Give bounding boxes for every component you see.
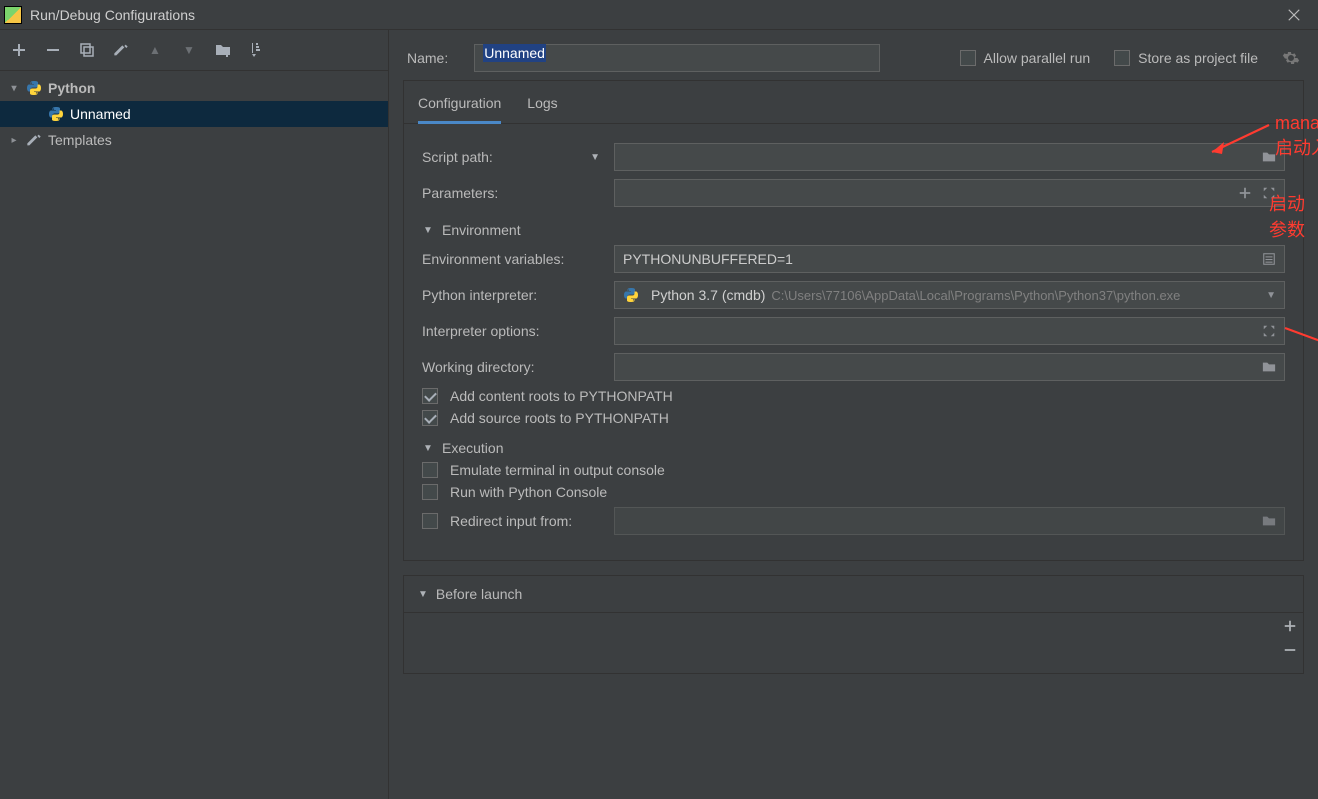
env-vars-label: Environment variables: — [422, 251, 614, 267]
chevron-down-icon: ▼ — [590, 152, 600, 163]
interpreter-path: C:\Users\77106\AppData\Local\Programs\Py… — [771, 288, 1180, 303]
tree-item-label: Python — [48, 80, 95, 96]
chevron-down-icon: ▼ — [422, 225, 434, 236]
expand-icon[interactable] — [1262, 186, 1276, 200]
titlebar: Run/Debug Configurations — [0, 0, 1318, 30]
name-value: Unnamed — [483, 44, 546, 62]
expand-icon[interactable] — [1262, 324, 1276, 338]
interpreter-name: Python 3.7 (cmdb) — [651, 287, 765, 303]
minus-icon[interactable] — [1283, 643, 1297, 657]
wrench-icon — [26, 132, 42, 148]
gear-icon[interactable] — [1282, 49, 1300, 67]
tab-configuration[interactable]: Configuration — [418, 87, 501, 124]
folder-icon[interactable] — [1262, 150, 1276, 164]
environment-section-toggle[interactable]: ▼ Environment — [422, 222, 1285, 238]
sort-button[interactable] — [248, 41, 266, 59]
interp-options-input[interactable] — [614, 317, 1285, 345]
add-content-roots-label: Add content roots to PYTHONPATH — [450, 388, 673, 404]
python-icon — [26, 80, 42, 96]
add-content-roots-checkbox[interactable]: Add content roots to PYTHONPATH — [422, 388, 1285, 404]
run-with-console-checkbox[interactable]: Run with Python Console — [422, 484, 1285, 500]
form-panel: Name: Unnamed Allow parallel run Store a… — [389, 30, 1318, 799]
redirect-input-label: Redirect input from: — [450, 513, 572, 529]
python-icon — [48, 106, 64, 122]
chevron-down-icon: ▼ — [1266, 290, 1276, 301]
chevron-down-icon: ▼ — [422, 443, 434, 454]
run-with-console-label: Run with Python Console — [450, 484, 607, 500]
store-as-project-file-checkbox[interactable]: Store as project file — [1114, 50, 1258, 66]
tree-item-templates[interactable]: ▸ Templates — [0, 127, 388, 153]
checkbox-icon — [422, 410, 438, 426]
checkbox-icon — [422, 484, 438, 500]
emulate-terminal-label: Emulate terminal in output console — [450, 462, 665, 478]
toolbar: ▲ ▼ — [0, 30, 388, 71]
add-config-button[interactable] — [10, 41, 28, 59]
redirect-input-checkbox[interactable]: Redirect input from: — [422, 513, 614, 529]
interpreter-label: Python interpreter: — [422, 287, 614, 303]
parameters-label: Parameters: — [422, 185, 614, 201]
before-launch-toggle[interactable]: ▼ Before launch — [404, 576, 1303, 612]
interp-options-label: Interpreter options: — [422, 323, 614, 339]
tab-logs[interactable]: Logs — [527, 87, 557, 123]
interpreter-select[interactable]: Python 3.7 (cmdb) C:\Users\77106\AppData… — [614, 281, 1285, 309]
tabs: Configuration Logs — [404, 81, 1303, 124]
chevron-right-icon: ▸ — [8, 135, 20, 146]
checkbox-icon — [422, 388, 438, 404]
plus-icon[interactable] — [1238, 186, 1252, 200]
tree-item-label: Templates — [48, 132, 112, 148]
edit-defaults-button[interactable] — [112, 41, 130, 59]
before-launch-body — [404, 612, 1303, 673]
name-input[interactable]: Unnamed — [474, 44, 880, 72]
checkbox-icon — [422, 462, 438, 478]
store-as-project-file-label: Store as project file — [1138, 50, 1258, 66]
execution-header: Execution — [442, 440, 503, 456]
script-path-label: Script path: — [422, 149, 493, 165]
name-label: Name: — [407, 50, 448, 66]
allow-parallel-checkbox[interactable]: Allow parallel run — [960, 50, 1091, 66]
before-launch-header: Before launch — [436, 586, 522, 602]
working-dir-input[interactable] — [614, 353, 1285, 381]
move-down-button[interactable]: ▼ — [180, 41, 198, 59]
redirect-input-field[interactable] — [614, 507, 1285, 535]
execution-section-toggle[interactable]: ▼ Execution — [422, 440, 1285, 456]
folder-icon[interactable] — [1262, 360, 1276, 374]
tree-item-unnamed[interactable]: Unnamed — [0, 101, 388, 127]
parameters-input[interactable] — [614, 179, 1285, 207]
python-icon — [623, 287, 639, 303]
chevron-down-icon: ▼ — [418, 589, 428, 600]
env-vars-value: PYTHONUNBUFFERED=1 — [623, 251, 793, 267]
checkbox-icon — [1114, 50, 1130, 66]
plus-icon[interactable] — [1283, 619, 1297, 633]
folder-icon[interactable] — [1262, 514, 1276, 528]
config-tree[interactable]: ▾ Python Unnamed ▸ Templates — [0, 71, 388, 799]
remove-config-button[interactable] — [44, 41, 62, 59]
tree-item-label: Unnamed — [70, 106, 131, 122]
script-path-dropdown[interactable]: Script path: ▼ — [422, 149, 614, 165]
sidebar: ▲ ▼ ▾ Python Unnamed ▸ — [0, 30, 389, 799]
env-vars-input[interactable]: PYTHONUNBUFFERED=1 — [614, 245, 1285, 273]
checkbox-icon — [960, 50, 976, 66]
add-source-roots-label: Add source roots to PYTHONPATH — [450, 410, 669, 426]
folder-button[interactable] — [214, 41, 232, 59]
add-source-roots-checkbox[interactable]: Add source roots to PYTHONPATH — [422, 410, 1285, 426]
window-title: Run/Debug Configurations — [30, 7, 1274, 23]
list-icon[interactable] — [1262, 252, 1276, 266]
chevron-down-icon: ▾ — [8, 83, 20, 94]
allow-parallel-label: Allow parallel run — [984, 50, 1091, 66]
copy-config-button[interactable] — [78, 41, 96, 59]
environment-header: Environment — [442, 222, 521, 238]
move-up-button[interactable]: ▲ — [146, 41, 164, 59]
tree-item-python[interactable]: ▾ Python — [0, 75, 388, 101]
close-button[interactable] — [1274, 0, 1314, 29]
checkbox-icon — [422, 513, 438, 529]
emulate-terminal-checkbox[interactable]: Emulate terminal in output console — [422, 462, 1285, 478]
app-icon — [4, 6, 22, 24]
working-dir-label: Working directory: — [422, 359, 614, 375]
script-path-input[interactable] — [614, 143, 1285, 171]
